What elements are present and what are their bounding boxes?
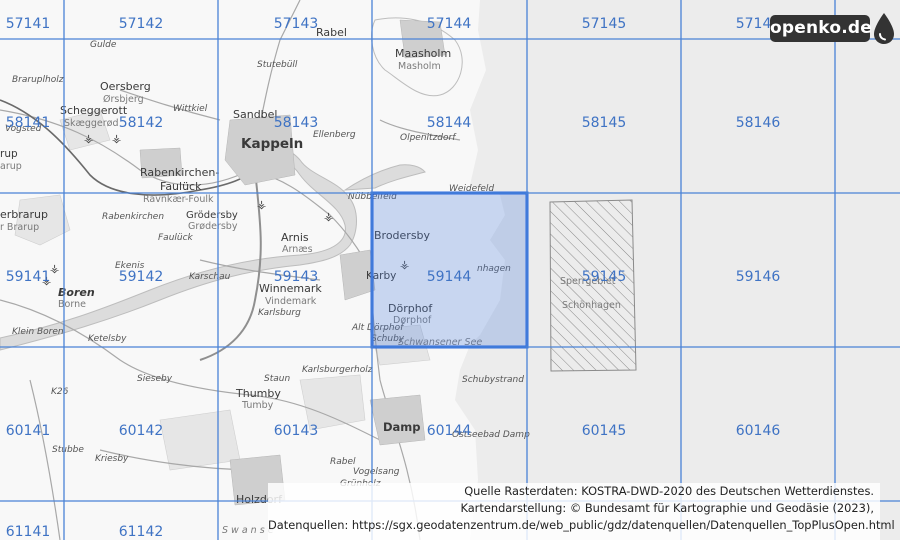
place-erbrarup-sub: r Brarup	[0, 222, 39, 233]
place-vogelsang: Vogelsang	[353, 467, 400, 477]
grid-cell-label-58141[interactable]: 58141	[6, 115, 51, 131]
place-boren-sub: Borne	[58, 299, 86, 310]
logo-text: openko.de	[770, 15, 872, 42]
place-rabenkirchen-small: Rabenkirchen	[102, 212, 164, 222]
place-damp: Damp	[383, 420, 421, 434]
place-schonhagen-area: Schönhagen	[562, 300, 621, 311]
drop-icon	[874, 13, 894, 44]
svg-text:⚶: ⚶	[84, 132, 93, 145]
grid-cell-label-57145[interactable]: 57145	[582, 16, 627, 32]
place-erbrarup: erbrarup	[0, 208, 48, 221]
place-rup-sub: arup	[0, 161, 22, 172]
credit-line-3[interactable]: Datenquellen: https://sgx.geodatenzentru…	[268, 517, 895, 534]
grid-cell-label-61141[interactable]: 61141	[6, 524, 51, 540]
grid-cell-label-60146[interactable]: 60146	[736, 423, 781, 439]
attribution-box: Quelle Rasterdaten: KOSTRA-DWD-2020 des …	[268, 483, 895, 540]
place-arnis: Arnis	[281, 231, 309, 244]
place-grodersby: Grödersby	[186, 210, 238, 221]
place-sandbek: Sandbel	[233, 108, 277, 121]
openko-logo[interactable]: openko.de	[770, 12, 894, 46]
place-maasholm-sub: Masholm	[398, 61, 441, 72]
grid-cell-label-57144[interactable]: 57144	[427, 16, 472, 32]
place-fauluck: Faulück	[160, 180, 202, 193]
place-rabenkirchen: Rabenkirchen-	[140, 166, 219, 179]
place-arnis-sub: Arnæs	[282, 244, 313, 255]
place-olpenitzdorf: Olpenitzdorf	[400, 133, 457, 143]
grid-cell-label-58144[interactable]: 58144	[427, 115, 472, 131]
place-karlsburg: Karlsburg	[258, 308, 301, 318]
grid-cell-label-59143[interactable]: 59143	[274, 269, 319, 285]
place-thumby-sub: Tumby	[241, 400, 274, 411]
grid-cell-label-58146[interactable]: 58146	[736, 115, 781, 131]
place-ellenberg: Ellenberg	[313, 130, 356, 140]
grid-cell-label-59142[interactable]: 59142	[119, 269, 164, 285]
grid-cell-label-58142[interactable]: 58142	[119, 115, 164, 131]
svg-text:⚶: ⚶	[324, 210, 333, 223]
place-winnemark-sub: Vindemark	[265, 296, 317, 307]
map-canvas[interactable]: Kappeln Maasholm Masholm Rabel Gulde Oer…	[0, 0, 900, 540]
credit-line-2: Kartendarstellung: © Bundesamt für Karto…	[460, 501, 874, 515]
place-scheggerott-sub: Skæggerød	[64, 118, 119, 129]
place-scheggerott: Scheggerott	[60, 104, 128, 117]
grid-cell-label-60145[interactable]: 60145	[582, 423, 627, 439]
place-rup: rup	[0, 148, 18, 160]
place-kappeln: Kappeln	[241, 136, 303, 152]
grid-cell-label-59145[interactable]: 59145	[582, 269, 627, 285]
place-k26: K26	[51, 387, 69, 397]
grid-cell-label-58143[interactable]: 58143	[274, 115, 319, 131]
place-wittkiel: Wittkiel	[173, 104, 208, 114]
grid-cell-label-60141[interactable]: 60141	[6, 423, 51, 439]
place-thumby: Thumby	[235, 387, 281, 400]
grid-cell-label-57142[interactable]: 57142	[119, 16, 164, 32]
place-braruplholz: Braruplholz	[12, 75, 64, 85]
place-stubbe: Stubbe	[52, 445, 84, 455]
place-rabel-lower: Rabel	[330, 457, 356, 467]
place-stutebull: Stutebüll	[257, 60, 298, 70]
place-ketelsby: Ketelsby	[88, 334, 127, 344]
place-gulde: Gulde	[90, 40, 117, 50]
svg-text:⚶: ⚶	[257, 198, 266, 211]
grid-cell-label-58145[interactable]: 58145	[582, 115, 627, 131]
place-schwansen-region: S w a n s e	[222, 525, 274, 536]
grid-cell-label-60142[interactable]: 60142	[119, 423, 164, 439]
place-fauluck-small: Faulück	[158, 233, 194, 243]
place-kriesby: Kriesby	[95, 454, 129, 464]
grid-cell-label-59144[interactable]: 59144	[427, 269, 472, 285]
place-rabel: Rabel	[316, 26, 347, 39]
grid-cell-label-61142[interactable]: 61142	[119, 524, 164, 540]
grid-cell-label-57143[interactable]: 57143	[274, 16, 319, 32]
place-karschau: Karschau	[189, 272, 231, 282]
grid-cell-label-60144[interactable]: 60144	[427, 423, 472, 439]
place-grodersby-sub: Grødersby	[188, 221, 238, 232]
place-sieseby: Sieseby	[137, 374, 173, 384]
place-oersberg: Oersberg	[100, 80, 151, 93]
svg-text:⚶: ⚶	[50, 262, 59, 275]
place-rabenkirchen-sub: Ravnkær-Foulk	[143, 194, 214, 205]
place-klein-boren: Klein Boren	[12, 327, 64, 337]
credit-line-1: Quelle Rasterdaten: KOSTRA-DWD-2020 des …	[464, 484, 874, 498]
svg-text:⚶: ⚶	[112, 132, 121, 145]
grid-cell-label-59141[interactable]: 59141	[6, 269, 51, 285]
place-maasholm: Maasholm	[395, 47, 451, 60]
place-schubystrand: Schubystrand	[462, 375, 524, 385]
grid-cell-label-57141[interactable]: 57141	[6, 16, 51, 32]
grid-cell-label-60143[interactable]: 60143	[274, 423, 319, 439]
place-staun: Staun	[264, 374, 290, 384]
place-karlsburgerholz: Karlsburgerholz	[302, 365, 373, 375]
grid-cell-label-59146[interactable]: 59146	[736, 269, 781, 285]
